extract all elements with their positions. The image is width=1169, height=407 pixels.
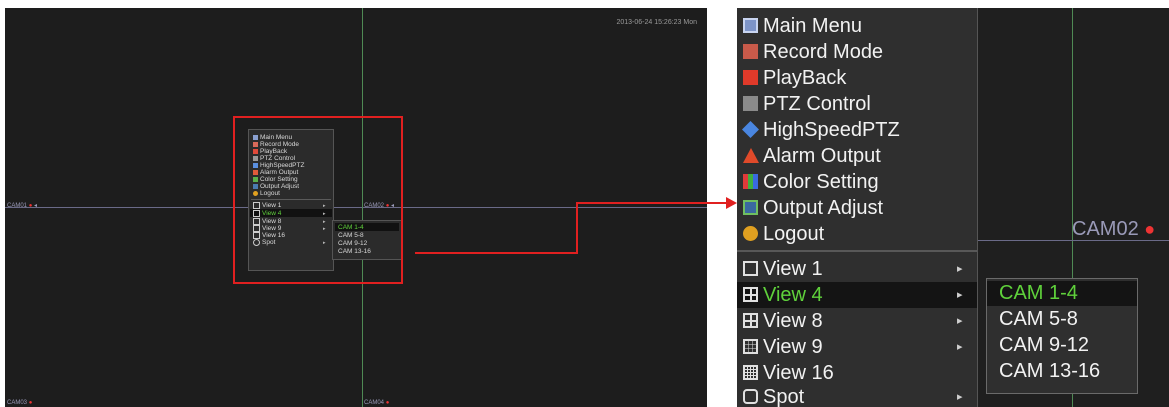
callout-highlight-box [233,116,403,284]
record-dot-icon: ● [28,203,33,209]
arrow-head-icon [726,197,737,209]
menu-item-view-4[interactable]: View 4 [743,282,823,308]
submenu-arrow-icon: ▸ [957,289,963,301]
spot-icon [743,389,758,404]
menu-item-main-menu[interactable]: Main Menu [743,13,862,39]
view8-icon [743,313,758,328]
logout-icon [743,226,758,241]
ptz-control-icon [743,96,758,111]
menu-item-ptz-control[interactable]: PTZ Control [743,91,871,117]
highspeed-ptz-icon [742,121,759,138]
submenu-item-cam-1-4[interactable]: CAM 1-4 [999,281,1078,306]
menu-zoom-view: CAM02 ● Main Menu Record Mode PlayBack P… [737,8,1169,407]
submenu-arrow-icon: ▸ [957,391,963,403]
timestamp: 2013-06-24 15:26:23 Mon [616,19,697,26]
camera-label-cam04: CAM04 ● [364,400,390,406]
view9-icon [743,339,758,354]
submenu-arrow-icon: ▸ [957,315,963,327]
camera-label-cam03: CAM03 ● [7,400,33,406]
record-mode-icon [743,44,758,59]
menu-item-logout[interactable]: Logout [743,221,824,247]
camera-label-cam02: CAM02 ● [1072,218,1156,240]
alarm-output-icon [743,148,759,163]
menu-item-playback[interactable]: PlayBack [743,65,846,91]
menu-item-output-adjust[interactable]: Output Adjust [743,195,883,221]
main-menu-icon [743,18,758,33]
view16-icon [743,365,758,380]
menu-item-color-setting[interactable]: Color Setting [743,169,879,195]
menu-item-view-8[interactable]: View 8 [743,308,823,334]
submenu-item-cam-5-8[interactable]: CAM 5-8 [999,307,1078,332]
context-menu: Main Menu Record Mode PlayBack PTZ Contr… [737,8,978,407]
menu-item-highspeed-ptz[interactable]: HighSpeedPTZ [742,117,900,143]
menu-item-record-mode[interactable]: Record Mode [743,39,883,65]
record-dot-icon: ● [1144,219,1156,239]
menu-item-alarm-output[interactable]: Alarm Output [743,143,881,169]
color-setting-icon [743,174,758,189]
output-adjust-icon [743,200,758,215]
view4-icon [743,287,758,302]
menu-divider [737,250,977,252]
menu-item-view-9[interactable]: View 9 [743,334,823,360]
view4-submenu: CAM 1-4 CAM 5-8 CAM 9-12 CAM 13-16 [986,278,1138,394]
menu-item-view-16[interactable]: View 16 [743,360,834,386]
menu-item-view-1[interactable]: View 1 [743,256,823,282]
submenu-arrow-icon: ▸ [957,341,963,353]
view1-icon [743,261,758,276]
submenu-arrow-icon: ▸ [957,263,963,275]
submenu-item-cam-13-16[interactable]: CAM 13-16 [999,359,1100,384]
submenu-item-cam-9-12[interactable]: CAM 9-12 [999,333,1089,358]
camera-label-cam01: CAM01 ● ◂ [7,203,37,209]
playback-icon [743,70,758,85]
menu-item-spot[interactable]: Spot [743,384,804,407]
